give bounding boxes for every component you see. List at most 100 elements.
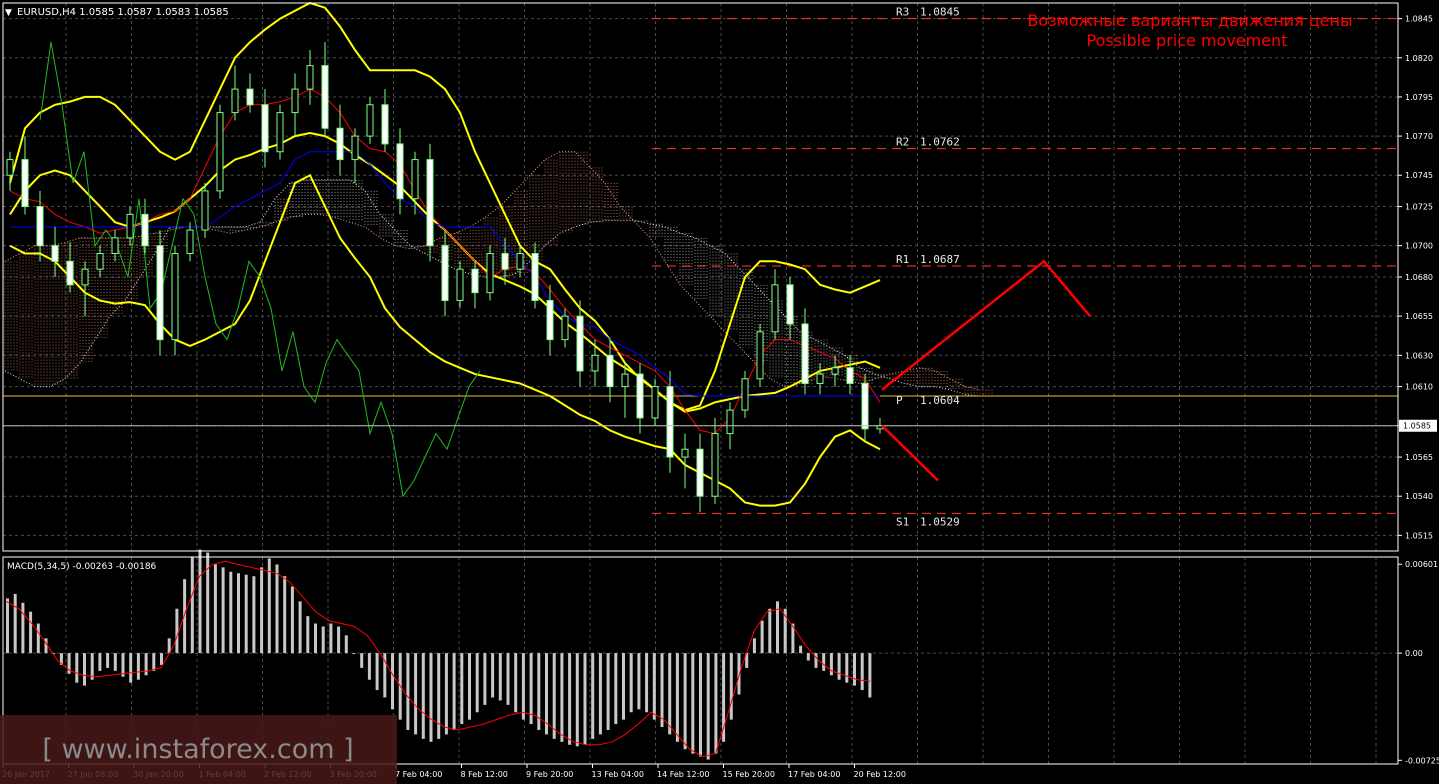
macd-histogram-bar — [237, 573, 240, 654]
candle-body — [246, 88, 254, 106]
candle-body — [576, 315, 584, 372]
forecast-up-path — [881, 259, 1091, 391]
time-label: 13 Feb 04:00 — [592, 770, 644, 779]
macd-histogram-bar — [444, 653, 448, 735]
macd-histogram-bar — [491, 653, 495, 698]
macd-histogram-bar — [683, 653, 687, 750]
macd-histogram-bar — [814, 653, 818, 668]
macd-histogram-bar — [414, 653, 418, 735]
price-tick-label: 1.0725 — [1405, 203, 1433, 212]
candle-body — [696, 448, 704, 497]
macd-histogram-bar — [514, 653, 518, 713]
macd-histogram-bar — [483, 653, 487, 705]
level-name-p: P — [896, 394, 903, 407]
candle-body — [471, 268, 479, 294]
macd-histogram-bar — [267, 558, 271, 654]
candle-body — [396, 143, 404, 200]
macd-histogram-bar — [329, 623, 333, 654]
macd-histogram-bar — [83, 653, 86, 686]
macd-histogram-bar — [598, 653, 602, 735]
chikou-line — [39, 42, 481, 498]
time-label: 17 Feb 04:00 — [788, 770, 840, 779]
macd-histogram-bar — [853, 653, 856, 686]
candle-body — [546, 299, 554, 341]
candle-body — [36, 206, 44, 247]
candle-body — [771, 284, 779, 333]
macd-histogram-bar — [768, 608, 772, 654]
candle-body — [336, 127, 344, 161]
candle-body — [486, 253, 494, 294]
macd-tick-label: 0.00 — [1405, 649, 1423, 658]
candle-body — [651, 386, 659, 419]
candle-body — [141, 213, 149, 247]
macd-histogram-bar — [252, 576, 256, 654]
macd-histogram-bar — [352, 653, 356, 655]
candle-body — [516, 253, 524, 270]
level-value-r2: 1.0762 — [920, 136, 960, 149]
macd-histogram-bar — [575, 653, 579, 747]
candle-body — [831, 367, 839, 375]
candle-body — [306, 65, 314, 90]
macd-histogram-bar — [760, 620, 764, 654]
macd-histogram-bar — [845, 653, 849, 683]
macd-histogram-bar — [699, 653, 702, 757]
candle-body — [666, 386, 674, 458]
macd-histogram-bar — [337, 626, 341, 654]
candle-body — [96, 253, 104, 270]
candle-body — [186, 229, 194, 255]
macd-histogram-bar — [290, 586, 294, 654]
macd-histogram-bar — [29, 611, 33, 654]
price-tick-label: 1.0845 — [1405, 15, 1433, 24]
macd-histogram-bar — [521, 653, 525, 720]
time-label: 8 Feb 12:00 — [461, 770, 508, 779]
candle-body — [591, 354, 599, 372]
macd-histogram-bar — [752, 638, 756, 654]
collapse-arrow-icon[interactable]: ▼ — [5, 8, 12, 18]
macd-histogram-bar — [868, 653, 872, 698]
candle-body — [66, 260, 74, 286]
macd-histogram-bar — [806, 653, 810, 661]
macd-histogram-bar — [6, 598, 9, 654]
macd-histogram-bar — [75, 653, 79, 683]
price-tick-label: 1.0655 — [1405, 312, 1433, 321]
candle-body — [756, 331, 764, 380]
candle-body — [411, 159, 419, 200]
macd-histogram-bar — [98, 653, 102, 671]
chart-canvas[interactable]: R3 1.0845R2 1.0762R1 1.0687P 1.0604S1 1.0529 … — [0, 0, 1439, 784]
macd-histogram-bar — [283, 576, 287, 654]
macd-histogram-bar — [675, 653, 679, 742]
candle-body — [111, 237, 119, 255]
macd-histogram-bar — [360, 653, 364, 668]
macd-histogram-bar — [129, 653, 133, 683]
macd-histogram-bar — [729, 653, 733, 720]
macd-histogram-bar — [190, 557, 194, 654]
macd-histogram-bar — [152, 653, 156, 671]
macd-histogram-bar — [13, 593, 17, 654]
candle-body — [81, 268, 89, 286]
candle-body — [456, 268, 464, 301]
level-name-r2: R2 — [896, 136, 909, 149]
candle-body — [51, 245, 59, 262]
macd-histogram-bar — [306, 616, 310, 654]
macd-histogram-bar — [591, 653, 595, 739]
candle-body — [816, 373, 824, 384]
level-name-s1: S1 — [896, 515, 909, 528]
symbol-header: EURUSD,H4 1.0585 1.0587 1.0583 1.0585 — [17, 7, 229, 18]
macd-histogram-bar — [229, 571, 233, 654]
candle-body — [126, 213, 134, 239]
macd-histogram-bar — [529, 653, 533, 725]
macd-histogram-bar — [260, 567, 264, 654]
candle-body — [621, 373, 629, 388]
macd-histogram-bar — [391, 653, 394, 710]
macd-histogram-bar — [136, 653, 140, 680]
candle-body — [201, 190, 209, 231]
macd-histogram-bar — [175, 608, 179, 654]
price-tick-label: 1.0680 — [1405, 273, 1433, 282]
macd-histogram-bar — [860, 653, 864, 691]
price-tick-label: 1.0565 — [1405, 453, 1433, 462]
time-label: 9 Feb 20:00 — [526, 770, 573, 779]
level-value-s1: 1.0529 — [920, 515, 960, 528]
macd-histogram-bar — [568, 653, 572, 745]
macd-histogram-bar — [668, 653, 672, 735]
price-chart[interactable]: R3 1.0845 R2 1.0762 R1 1.0687 P 1.0604 S1 1.0529 — [3, 1, 1398, 551]
